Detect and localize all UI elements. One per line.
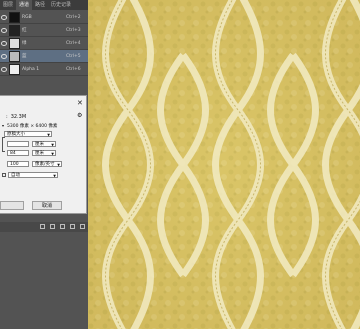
height-unit-select[interactable]: 厘米 ▼	[32, 149, 56, 156]
visibility-eye-icon[interactable]	[0, 50, 7, 62]
visibility-eye-icon[interactable]	[0, 63, 7, 75]
chevron-down-icon: ▼	[51, 142, 54, 147]
resolution-input[interactable]: 100	[7, 160, 29, 167]
tab-paths[interactable]: 路径	[32, 0, 48, 10]
width-input[interactable]	[7, 140, 29, 147]
channel-row-alpha[interactable]: Alpha 1 Ctrl+6	[0, 63, 88, 76]
image-size-row: : 32.3M	[6, 113, 26, 120]
channel-row-green[interactable]: 绿 Ctrl+4	[0, 37, 88, 50]
channel-shortcut: Ctrl+2	[66, 14, 81, 20]
channel-row-blue[interactable]: 蓝 Ctrl+5	[0, 50, 88, 63]
tab-layers[interactable]: 图层	[0, 0, 16, 10]
channel-name: 红	[22, 28, 27, 33]
height-unit-value: 厘米	[35, 150, 44, 156]
channel-shortcut: Ctrl+6	[66, 66, 81, 72]
channel-row-red[interactable]: 红 Ctrl+3	[0, 24, 88, 37]
resolution-unit-value: 像素/英寸	[35, 161, 55, 167]
height-row: 84 厘米 ▼	[7, 149, 56, 156]
new-channel-icon[interactable]	[70, 224, 75, 229]
chevron-down-icon: ▼	[51, 151, 54, 156]
close-icon[interactable]: ✕	[77, 100, 83, 107]
channel-thumbnail	[9, 37, 20, 49]
channel-name: 蓝	[22, 54, 27, 59]
tab-history[interactable]: 历史记录	[48, 0, 74, 10]
visibility-eye-icon[interactable]	[0, 11, 7, 23]
channel-thumbnail	[9, 11, 20, 23]
chevron-down-icon: ▼	[57, 162, 60, 167]
resample-row: 自动 ▼	[2, 171, 58, 178]
width-row: 厘米 ▼	[7, 140, 56, 147]
width-unit-value: 厘米	[35, 141, 44, 147]
resolution-unit-select[interactable]: 像素/英寸 ▼	[32, 160, 62, 167]
height-input[interactable]: 84	[7, 149, 29, 156]
channel-thumbnail	[9, 50, 20, 62]
dimensions-value: 5300 像素 × 6400 像素	[7, 123, 58, 129]
visibility-eye-icon[interactable]	[0, 37, 7, 49]
dotted-circle-icon[interactable]	[40, 224, 45, 229]
resample-select[interactable]: 自动 ▼	[8, 171, 58, 178]
fit-to-select[interactable]: 原稿大小 ▼	[4, 130, 52, 137]
tab-channels[interactable]: 通道	[16, 0, 33, 10]
cancel-button[interactable]: 取消	[32, 201, 62, 210]
ok-button[interactable]	[0, 201, 24, 210]
channel-thumbnail	[9, 24, 20, 36]
colon-label: :	[6, 113, 8, 120]
chevron-down-icon: ▼	[53, 173, 56, 178]
save-selection-icon[interactable]	[50, 224, 55, 229]
dimensions-row: ▾ 5300 像素 × 6400 像素	[2, 122, 57, 129]
trash-icon[interactable]	[80, 224, 85, 229]
channel-name: 绿	[22, 41, 27, 46]
mask-icon[interactable]	[60, 224, 65, 229]
document-canvas[interactable]	[88, 0, 360, 329]
channel-name: Alpha 1	[22, 66, 40, 72]
resolution-row: 100 像素/英寸 ▼	[7, 160, 62, 167]
resample-checkbox[interactable]	[2, 172, 6, 177]
channel-name: RGB	[22, 14, 32, 20]
channel-shortcut: Ctrl+5	[66, 53, 81, 59]
damask-wallpaper-image	[88, 0, 360, 329]
chevron-down-icon: ▼	[47, 132, 50, 137]
image-size-dialog: ✕ : 32.3M ⚙ ▾ 5300 像素 × 6400 像素 原稿大小 ▼ 厘…	[0, 95, 87, 214]
panel-bottom-toolbar	[0, 222, 88, 232]
visibility-eye-icon[interactable]	[0, 24, 7, 36]
channel-shortcut: Ctrl+4	[66, 40, 81, 46]
fit-to-value: 原稿大小	[7, 131, 25, 137]
resample-value: 自动	[11, 172, 20, 178]
fit-to-row: 原稿大小 ▼	[4, 130, 52, 137]
panel-tab-bar: 图层 通道 路径 历史记录	[0, 0, 88, 10]
image-size-value: 32.3M	[10, 113, 27, 120]
width-unit-select[interactable]: 厘米 ▼	[32, 140, 56, 147]
constrain-proportions-link-icon[interactable]	[2, 137, 5, 152]
channel-row-rgb[interactable]: RGB Ctrl+2	[0, 11, 88, 24]
channel-thumbnail	[9, 63, 20, 75]
channel-shortcut: Ctrl+3	[66, 27, 81, 33]
gear-icon[interactable]: ⚙	[77, 113, 82, 119]
chevron-down-icon[interactable]: ▾	[2, 123, 4, 128]
